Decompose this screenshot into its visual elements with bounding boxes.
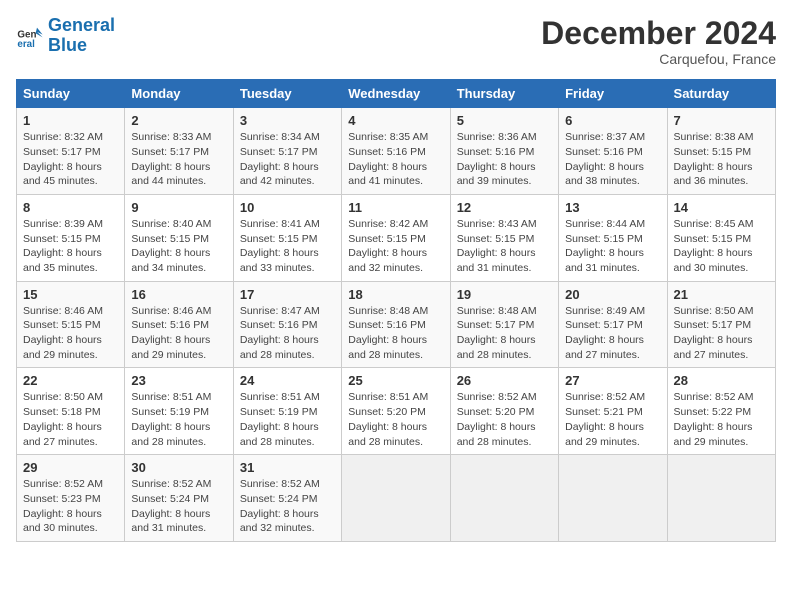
table-row: 29Sunrise: 8:52 AM Sunset: 5:23 PM Dayli… (17, 455, 125, 542)
column-headers: SundayMondayTuesdayWednesdayThursdayFrid… (17, 80, 776, 108)
table-row: 7Sunrise: 8:38 AM Sunset: 5:15 PM Daylig… (667, 108, 775, 195)
table-row: 30Sunrise: 8:52 AM Sunset: 5:24 PM Dayli… (125, 455, 233, 542)
table-row: 26Sunrise: 8:52 AM Sunset: 5:20 PM Dayli… (450, 368, 558, 455)
table-row: 28Sunrise: 8:52 AM Sunset: 5:22 PM Dayli… (667, 368, 775, 455)
table-row: 23Sunrise: 8:51 AM Sunset: 5:19 PM Dayli… (125, 368, 233, 455)
col-header-wednesday: Wednesday (342, 80, 450, 108)
title-block: December 2024 Carquefou, France (541, 16, 776, 67)
month-title: December 2024 (541, 16, 776, 51)
calendar-week: 29Sunrise: 8:52 AM Sunset: 5:23 PM Dayli… (17, 455, 776, 542)
table-row: 17Sunrise: 8:47 AM Sunset: 5:16 PM Dayli… (233, 281, 341, 368)
table-row: 31Sunrise: 8:52 AM Sunset: 5:24 PM Dayli… (233, 455, 341, 542)
table-row: 5Sunrise: 8:36 AM Sunset: 5:16 PM Daylig… (450, 108, 558, 195)
table-row: 8Sunrise: 8:39 AM Sunset: 5:15 PM Daylig… (17, 194, 125, 281)
table-row: 25Sunrise: 8:51 AM Sunset: 5:20 PM Dayli… (342, 368, 450, 455)
table-row: 11Sunrise: 8:42 AM Sunset: 5:15 PM Dayli… (342, 194, 450, 281)
logo-icon: Gen eral (16, 22, 44, 50)
table-row: 14Sunrise: 8:45 AM Sunset: 5:15 PM Dayli… (667, 194, 775, 281)
svg-text:eral: eral (17, 39, 35, 50)
logo-text: GeneralBlue (48, 16, 115, 56)
calendar-week: 1Sunrise: 8:32 AM Sunset: 5:17 PM Daylig… (17, 108, 776, 195)
col-header-friday: Friday (559, 80, 667, 108)
col-header-tuesday: Tuesday (233, 80, 341, 108)
table-row: 1Sunrise: 8:32 AM Sunset: 5:17 PM Daylig… (17, 108, 125, 195)
col-header-saturday: Saturday (667, 80, 775, 108)
table-row: 13Sunrise: 8:44 AM Sunset: 5:15 PM Dayli… (559, 194, 667, 281)
table-row (342, 455, 450, 542)
table-row: 3Sunrise: 8:34 AM Sunset: 5:17 PM Daylig… (233, 108, 341, 195)
calendar-week: 15Sunrise: 8:46 AM Sunset: 5:15 PM Dayli… (17, 281, 776, 368)
table-row: 22Sunrise: 8:50 AM Sunset: 5:18 PM Dayli… (17, 368, 125, 455)
table-row: 15Sunrise: 8:46 AM Sunset: 5:15 PM Dayli… (17, 281, 125, 368)
col-header-monday: Monday (125, 80, 233, 108)
table-row: 12Sunrise: 8:43 AM Sunset: 5:15 PM Dayli… (450, 194, 558, 281)
table-row: 10Sunrise: 8:41 AM Sunset: 5:15 PM Dayli… (233, 194, 341, 281)
calendar-week: 8Sunrise: 8:39 AM Sunset: 5:15 PM Daylig… (17, 194, 776, 281)
table-row: 20Sunrise: 8:49 AM Sunset: 5:17 PM Dayli… (559, 281, 667, 368)
table-row: 21Sunrise: 8:50 AM Sunset: 5:17 PM Dayli… (667, 281, 775, 368)
table-row: 27Sunrise: 8:52 AM Sunset: 5:21 PM Dayli… (559, 368, 667, 455)
table-row: 16Sunrise: 8:46 AM Sunset: 5:16 PM Dayli… (125, 281, 233, 368)
table-row: 24Sunrise: 8:51 AM Sunset: 5:19 PM Dayli… (233, 368, 341, 455)
table-row: 18Sunrise: 8:48 AM Sunset: 5:16 PM Dayli… (342, 281, 450, 368)
table-row: 9Sunrise: 8:40 AM Sunset: 5:15 PM Daylig… (125, 194, 233, 281)
table-row: 2Sunrise: 8:33 AM Sunset: 5:17 PM Daylig… (125, 108, 233, 195)
table-row: 4Sunrise: 8:35 AM Sunset: 5:16 PM Daylig… (342, 108, 450, 195)
calendar-week: 22Sunrise: 8:50 AM Sunset: 5:18 PM Dayli… (17, 368, 776, 455)
page-header: Gen eral GeneralBlue December 2024 Carqu… (16, 16, 776, 67)
table-row: 19Sunrise: 8:48 AM Sunset: 5:17 PM Dayli… (450, 281, 558, 368)
col-header-sunday: Sunday (17, 80, 125, 108)
logo: Gen eral GeneralBlue (16, 16, 115, 56)
col-header-thursday: Thursday (450, 80, 558, 108)
table-row (667, 455, 775, 542)
table-row (559, 455, 667, 542)
calendar-table: SundayMondayTuesdayWednesdayThursdayFrid… (16, 79, 776, 542)
table-row (450, 455, 558, 542)
table-row: 6Sunrise: 8:37 AM Sunset: 5:16 PM Daylig… (559, 108, 667, 195)
location: Carquefou, France (541, 51, 776, 67)
